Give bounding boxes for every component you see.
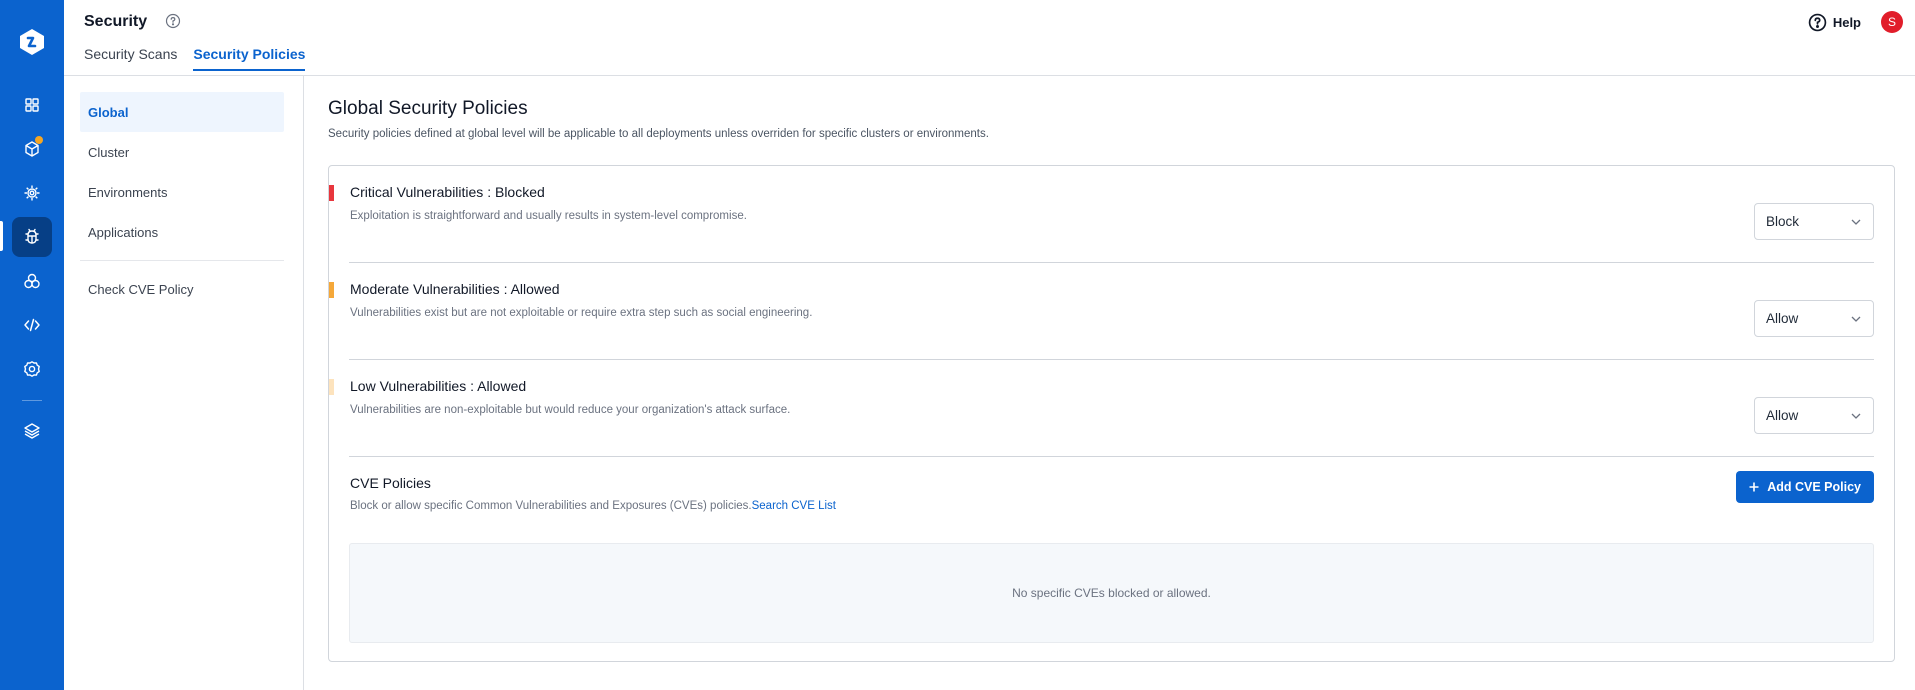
rail-divider	[22, 400, 42, 401]
subnav-divider	[80, 260, 284, 261]
sun-gear-icon	[24, 185, 40, 201]
rail-item-components[interactable]	[12, 261, 52, 301]
policy-description: Exploitation is straightforward and usua…	[350, 210, 747, 222]
cve-title: CVE Policies	[350, 475, 431, 491]
chevron-down-icon	[1851, 219, 1861, 225]
add-cve-policy-button[interactable]: Add CVE Policy	[1736, 471, 1874, 503]
help-button[interactable]: Help	[1808, 13, 1861, 32]
severity-bar-low	[329, 379, 334, 395]
cve-empty-state: No specific CVEs blocked or allowed.	[349, 543, 1874, 643]
policies-card: Critical Vulnerabilities : Blocked Explo…	[328, 165, 1895, 662]
policy-moderate: Moderate Vulnerabilities : Allowed Vulne…	[329, 263, 1894, 360]
policy-title: Critical Vulnerabilities : Blocked	[350, 184, 545, 200]
policy-critical: Critical Vulnerabilities : Blocked Explo…	[329, 166, 1894, 263]
page-title: Security	[84, 13, 148, 30]
rail-item-global-settings[interactable]	[12, 349, 52, 389]
subnav-item-global[interactable]: Global	[80, 92, 284, 132]
subnav-item-applications[interactable]: Applications	[80, 212, 284, 252]
section-description: Security policies defined at global leve…	[328, 128, 989, 140]
add-cve-policy-label: Add CVE Policy	[1767, 480, 1861, 494]
active-marker	[0, 221, 3, 251]
rail-item-settings[interactable]	[12, 173, 52, 213]
severity-bar-moderate	[329, 282, 334, 298]
policy-title: Low Vulnerabilities : Allowed	[350, 378, 527, 394]
rail-item-security[interactable]	[12, 217, 52, 257]
policy-description: Vulnerabilities exist but are not exploi…	[350, 307, 813, 319]
circles-icon	[24, 273, 40, 289]
low-policy-select[interactable]: Allow	[1754, 397, 1874, 434]
layers-icon	[24, 423, 40, 439]
chevron-down-icon	[1851, 316, 1861, 322]
moderate-policy-select[interactable]: Allow	[1754, 300, 1874, 337]
empty-state-text: No specific CVEs blocked or allowed.	[1012, 586, 1211, 600]
help-circle-icon[interactable]	[165, 13, 181, 29]
subnav-item-cluster[interactable]: Cluster	[80, 132, 284, 172]
select-value: Block	[1766, 214, 1800, 229]
tab-security-policies[interactable]: Security Policies	[193, 46, 306, 71]
plus-icon	[1749, 482, 1759, 492]
help-circle-icon	[1808, 13, 1827, 31]
policy-scope-nav: Global Cluster Environments Applications…	[64, 76, 304, 690]
gear-icon	[24, 361, 40, 377]
tabs: Security Scans Security Policies	[84, 46, 321, 71]
help-label: Help	[1832, 14, 1861, 30]
rail-item-dashboard[interactable]	[12, 85, 52, 125]
policy-low: Low Vulnerabilities : Allowed Vulnerabil…	[329, 360, 1894, 457]
severity-bar-critical	[329, 185, 334, 201]
logo-icon	[20, 29, 44, 55]
rail-item-code[interactable]	[12, 305, 52, 345]
left-rail	[0, 0, 64, 690]
rail-item-packages[interactable]	[12, 129, 52, 169]
grid-icon	[25, 98, 39, 112]
select-value: Allow	[1766, 408, 1799, 423]
policy-title: Moderate Vulnerabilities : Allowed	[350, 281, 560, 297]
section-title: Global Security Policies	[328, 98, 528, 119]
select-value: Allow	[1766, 311, 1799, 326]
search-cve-list-link[interactable]: Search CVE List	[752, 500, 836, 512]
bug-icon	[25, 228, 39, 244]
logo[interactable]	[0, 0, 64, 84]
critical-policy-select[interactable]: Block	[1754, 203, 1874, 240]
tab-security-scans[interactable]: Security Scans	[84, 46, 177, 71]
cve-description-text: Block or allow specific Common Vulnerabi…	[350, 500, 752, 512]
notification-dot	[35, 136, 43, 144]
subnav-item-check-cve-policy[interactable]: Check CVE Policy	[80, 269, 284, 309]
cve-description: Block or allow specific Common Vulnerabi…	[350, 500, 836, 512]
subnav-item-environments[interactable]: Environments	[80, 172, 284, 212]
policy-description: Vulnerabilities are non-exploitable but …	[350, 404, 791, 416]
code-icon	[24, 318, 40, 332]
avatar[interactable]: S	[1881, 11, 1903, 33]
header-actions: Help S	[1808, 11, 1903, 33]
rail-item-stack[interactable]	[12, 411, 52, 451]
app-root: Security Security Scans Security Policie…	[0, 0, 1915, 690]
page-header: Security Security Scans Security Policie…	[64, 0, 1915, 76]
chevron-down-icon	[1851, 413, 1861, 419]
cve-policies-section: CVE Policies Block or allow specific Com…	[329, 457, 1894, 663]
